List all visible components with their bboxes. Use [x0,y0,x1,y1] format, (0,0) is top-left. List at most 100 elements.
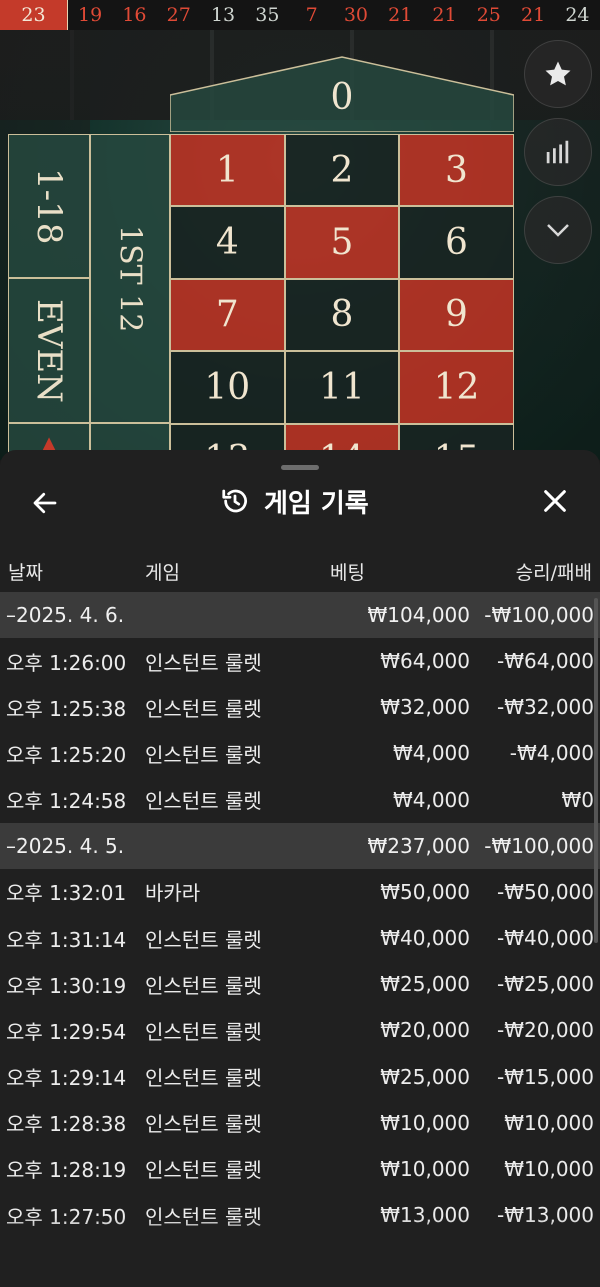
result-number: 21 [388,4,413,26]
bet-number[interactable]: 3 [399,134,514,207]
result-number: 16 [122,4,147,26]
close-button[interactable] [538,484,572,518]
sheet-title: 게임 기록 [220,484,369,519]
bet-even-label: EVEN [29,298,69,403]
row-time: 오후 1:25:38 [6,696,127,721]
close-icon [544,490,566,512]
recent-results-bar: 231916271335730212125212418 [0,0,600,30]
group-date: –2025. 4. 5. [6,833,125,858]
sheet-title-text: 게임 기록 [264,488,369,519]
history-row[interactable]: 오후 1:24:58 인스턴트 룰렛 ₩4,000 ₩0 [0,777,600,823]
drag-handle[interactable] [281,465,319,470]
result-number: 25 [476,4,501,26]
row-game: 인스턴트 룰렛 [145,696,262,721]
bet-1-18[interactable]: 1-18 [8,134,90,278]
row-result: -₩32,000 [497,695,594,720]
history-row[interactable]: 오후 1:26:00 인스턴트 룰렛 ₩64,000 -₩64,000 [0,638,600,684]
row-result: -₩13,000 [497,1203,594,1228]
row-bet: ₩4,000 [392,787,470,812]
collapse-button[interactable] [524,196,592,264]
history-row[interactable]: 오후 1:25:20 인스턴트 룰렛 ₩4,000 -₩4,000 [0,730,600,776]
date-group-header[interactable]: –2025. 4. 6. ₩104,000 -₩100,000 [0,592,600,638]
latest-result: 23 [0,0,68,30]
row-bet: ₩25,000 [380,972,470,997]
row-bet: ₩13,000 [380,1203,470,1228]
bet-number[interactable]: 12 [399,351,514,424]
history-icon [222,489,247,513]
back-button[interactable] [28,486,62,520]
result-number: 21 [432,4,457,26]
result-number: 24 [565,4,590,26]
bet-number[interactable]: 6 [399,206,514,279]
betting-grid: 0 1-18 EVEN ▲ 1ST 12 1234567891011121314… [8,30,514,460]
group-bet-total: ₩237,000 [367,833,470,858]
bet-number[interactable]: 9 [399,278,514,352]
row-game: 인스턴트 룰렛 [145,973,262,998]
column-header-bet: 베팅 [330,562,365,584]
row-result: ₩10,000 [504,1110,594,1135]
row-time: 오후 1:32:01 [6,881,127,906]
chevron-down-icon [547,224,569,237]
history-row[interactable]: 오후 1:29:14 인스턴트 룰렛 ₩25,000 -₩15,000 [0,1054,600,1100]
row-game: 인스턴트 룰렛 [145,650,262,675]
row-result: ₩10,000 [504,1156,594,1181]
bet-number[interactable]: 1 [170,134,285,207]
history-row[interactable]: 오후 1:30:19 인스턴트 룰렛 ₩25,000 -₩25,000 [0,961,600,1007]
row-time: 오후 1:26:00 [6,650,127,675]
row-time: 오후 1:30:19 [6,973,127,998]
row-bet: ₩50,000 [380,879,470,904]
column-header-game: 게임 [145,562,180,584]
favorite-button[interactable] [524,40,592,108]
bet-zero[interactable]: 0 [170,55,514,132]
history-row[interactable]: 오후 1:28:19 인스턴트 룰렛 ₩10,000 ₩10,000 [0,1146,600,1192]
row-bet: ₩40,000 [380,926,470,951]
history-row[interactable]: 오후 1:29:54 인스턴트 룰렛 ₩20,000 -₩20,000 [0,1007,600,1053]
statistics-button[interactable] [524,118,592,186]
group-result-total: -₩100,000 [484,833,594,858]
result-number: 13 [210,4,236,26]
app-root: 231916271335730212125212418 0 1-18 EVEN … [0,0,600,1287]
row-bet: ₩32,000 [380,695,470,720]
bet-number[interactable]: 8 [284,278,400,352]
row-time: 오후 1:29:54 [6,1019,127,1044]
row-game: 인스턴트 룰렛 [145,1066,262,1091]
result-number: 30 [343,4,369,26]
row-bet: ₩64,000 [380,649,470,674]
bet-number[interactable]: 11 [284,351,400,424]
row-bet: ₩10,000 [380,1156,470,1181]
column-header-date: 날짜 [8,562,43,584]
bet-even[interactable]: EVEN [8,278,90,423]
history-row[interactable]: 오후 1:27:50 인스턴트 룰렛 ₩13,000 -₩13,000 [0,1192,600,1238]
bet-number[interactable]: 5 [284,206,400,279]
bet-number[interactable]: 2 [284,134,400,207]
row-time: 오후 1:29:14 [6,1066,127,1091]
bet-number[interactable]: 7 [170,278,285,352]
history-row[interactable]: 오후 1:28:38 인스턴트 룰렛 ₩10,000 ₩10,000 [0,1100,600,1146]
bet-first-dozen[interactable]: 1ST 12 [90,134,170,423]
row-result: -₩15,000 [497,1064,594,1089]
result-number: 19 [78,4,103,26]
row-game: 바카라 [145,881,201,906]
row-game: 인스턴트 룰렛 [145,1204,262,1229]
history-row[interactable]: 오후 1:32:01 바카라 ₩50,000 -₩50,000 [0,869,600,915]
result-number: 7 [305,4,318,26]
row-time: 오후 1:31:14 [6,927,127,952]
row-result: -₩64,000 [497,649,594,674]
history-list[interactable]: –2025. 4. 6. ₩104,000 -₩100,000 오후 1:26:00 인… [0,592,600,1287]
bet-number[interactable]: 4 [170,206,285,279]
row-game: 인스턴트 룰렛 [145,1019,262,1044]
scrollbar[interactable] [594,598,598,943]
column-header-result: 승리/패배 [515,562,592,584]
group-bet-total: ₩104,000 [367,603,470,627]
row-time: 오후 1:28:38 [6,1112,127,1137]
date-group-header[interactable]: –2025. 4. 5. ₩237,000 -₩100,000 [0,822,600,869]
history-row[interactable]: 오후 1:25:38 인스턴트 룰렛 ₩32,000 -₩32,000 [0,684,600,730]
row-game: 인스턴트 룰렛 [145,1112,262,1137]
history-row[interactable]: 오후 1:31:14 인스턴트 룰렛 ₩40,000 -₩40,000 [0,915,600,961]
sheet-header: 게임 기록 [0,476,600,526]
row-result: ₩0 [561,787,595,812]
zero-label: 0 [330,77,354,118]
bet-number[interactable]: 10 [170,351,285,424]
row-result: -₩40,000 [497,926,594,951]
row-game: 인스턴트 룰렛 [145,742,262,767]
